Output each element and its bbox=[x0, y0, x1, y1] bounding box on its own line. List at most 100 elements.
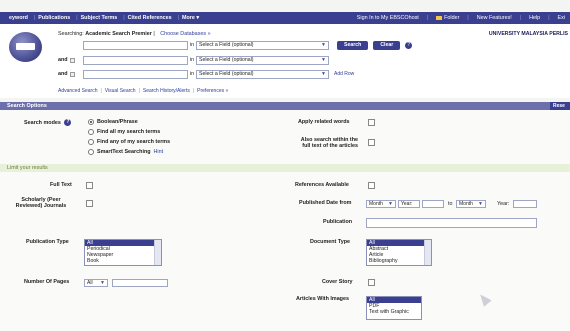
pages-input[interactable] bbox=[112, 279, 168, 287]
separator: | bbox=[153, 31, 155, 37]
preferences-link[interactable]: Preferences » bbox=[197, 88, 228, 94]
publication-input[interactable] bbox=[366, 218, 537, 228]
scholarly-line-2: Reviewed) Journals bbox=[15, 203, 67, 209]
articles-with-images-label: Articles With Images bbox=[296, 296, 349, 302]
clear-button[interactable]: Clear bbox=[373, 40, 401, 50]
search-links: Advanced Search | Visual Search | Search His… bbox=[58, 88, 228, 94]
mode-all-terms[interactable]: Find all my search terms bbox=[88, 129, 160, 135]
hint-link[interactable]: Hint bbox=[154, 149, 164, 155]
select-value: Month bbox=[369, 201, 383, 207]
nav-cited-references[interactable]: Cited References bbox=[128, 15, 172, 21]
add-row-link[interactable]: Add Row bbox=[334, 71, 354, 77]
operator-select-2[interactable]: and bbox=[58, 57, 83, 63]
field-select-2[interactable]: Select a Field (optional) ▼ bbox=[196, 55, 329, 65]
month-from-select[interactable]: Month ▼ bbox=[366, 200, 396, 208]
image-type-listbox[interactable]: All PDF Text with Graphic bbox=[366, 296, 422, 320]
searching-line: Searching: Academic Search Premier | Cho… bbox=[58, 31, 211, 37]
top-navigation-bar: eyword | Publications | Subject Terms | … bbox=[0, 12, 570, 24]
search-header: Searching: Academic Search Premier | Cho… bbox=[0, 24, 570, 98]
limit-results-panel: Full Text Scholarly (Peer Reviewed) Jour… bbox=[0, 172, 570, 331]
mode-any-terms[interactable]: Find any of my search terms bbox=[88, 139, 170, 145]
advanced-search-link[interactable]: Advanced Search bbox=[58, 88, 97, 94]
nav-subject-terms[interactable]: Subject Terms bbox=[81, 15, 118, 21]
list-option[interactable]: Book bbox=[85, 258, 161, 264]
listbox-scrollbar[interactable] bbox=[154, 240, 161, 265]
list-option[interactable]: Bibliography bbox=[367, 258, 431, 264]
nav-more[interactable]: More ▾ bbox=[182, 15, 199, 21]
search-modes-label: Search modes ? bbox=[24, 119, 72, 126]
full-text-checkbox[interactable] bbox=[86, 182, 93, 189]
select-value: All bbox=[87, 280, 93, 286]
search-row-2: and in Select a Field (optional) ▼ bbox=[58, 55, 329, 65]
help-icon[interactable]: ? bbox=[405, 41, 413, 49]
institution-name: UNIVERSITY MALAYSIA PERLIS bbox=[488, 31, 568, 37]
visual-search-link[interactable]: Visual Search bbox=[105, 88, 136, 94]
year-to-input[interactable] bbox=[513, 200, 537, 208]
select-value: Month bbox=[459, 201, 473, 207]
chevron-down-icon: ▼ bbox=[388, 201, 393, 207]
nav-separator: | bbox=[426, 15, 429, 21]
new-features-link[interactable]: New Features! bbox=[477, 15, 512, 21]
operator-select-3[interactable]: and bbox=[58, 71, 83, 77]
chevron-down-icon: ▼ bbox=[321, 41, 326, 48]
radio-icon bbox=[88, 149, 94, 155]
nav-separator: | bbox=[76, 15, 78, 21]
search-input-2[interactable] bbox=[83, 55, 188, 65]
chevron-down-icon bbox=[69, 57, 75, 63]
radio-icon bbox=[88, 139, 94, 145]
apply-related-checkbox[interactable] bbox=[368, 119, 375, 126]
choose-databases-link[interactable]: Choose Databases » bbox=[160, 31, 210, 37]
in-label: in bbox=[189, 71, 195, 77]
separator: | bbox=[100, 88, 102, 94]
publication-type-label: Publication Type bbox=[26, 239, 69, 245]
month-to-select[interactable]: Month ▼ bbox=[456, 200, 486, 208]
nav-separator: | bbox=[123, 15, 125, 21]
folder-label: Folder bbox=[444, 15, 460, 21]
year-to-label: Year: bbox=[497, 201, 510, 207]
number-of-pages-label: Number Of Pages bbox=[24, 279, 70, 285]
folder-icon bbox=[436, 15, 443, 20]
scholarly-checkbox[interactable] bbox=[86, 200, 93, 207]
mode-smarttext[interactable]: SmartText Searching Hint bbox=[88, 149, 163, 155]
sign-in-link[interactable]: Sign In to My EBSCOhost bbox=[357, 15, 419, 21]
nav-keyword[interactable]: eyword bbox=[9, 15, 28, 21]
search-history-link[interactable]: Search History/Alerts bbox=[143, 88, 190, 94]
search-options-title: Search Options bbox=[7, 103, 47, 109]
top-right-links: Sign In to My EBSCOhost | Folder | New F… bbox=[352, 12, 570, 24]
nav-separator: | bbox=[177, 15, 179, 21]
chevron-down-icon: ▼ bbox=[100, 280, 105, 286]
search-options-panel: Search modes ? Boolean/Phrase Find all m… bbox=[0, 110, 570, 164]
search-row-1: in Select a Field (optional) ▼ Search Cl… bbox=[58, 40, 413, 50]
search-input-1[interactable] bbox=[83, 40, 188, 50]
also-search-line-2: full text of the articles bbox=[302, 143, 358, 149]
folder-link[interactable]: Folder bbox=[436, 15, 459, 21]
full-text-search-checkbox[interactable] bbox=[368, 139, 375, 146]
cover-story-checkbox[interactable] bbox=[368, 279, 375, 286]
operator-value: and bbox=[58, 71, 68, 77]
chevron-down-icon: ▾ bbox=[196, 15, 200, 21]
list-option[interactable]: Text with Graphic bbox=[367, 309, 421, 315]
nav-separator: | bbox=[467, 15, 469, 21]
listbox-scrollbar[interactable] bbox=[424, 240, 431, 265]
chevron-down-icon: ▼ bbox=[478, 201, 483, 207]
nav-publications[interactable]: Publications bbox=[38, 15, 70, 21]
references-available-label: References Available bbox=[295, 182, 349, 188]
year-from-input[interactable] bbox=[422, 200, 444, 208]
to-label: to bbox=[448, 201, 453, 207]
field-select-1[interactable]: Select a Field (optional) ▼ bbox=[196, 40, 329, 50]
reset-button[interactable]: Rese bbox=[550, 102, 570, 110]
document-type-listbox[interactable]: All Abstract Article Bibliography bbox=[366, 239, 432, 266]
searching-label: Searching: bbox=[58, 31, 84, 37]
help-link[interactable]: Help bbox=[529, 15, 540, 21]
mode-boolean[interactable]: Boolean/Phrase bbox=[88, 119, 138, 125]
field-select-3[interactable]: Select a Field (optional) ▼ bbox=[196, 69, 329, 79]
publication-type-listbox[interactable]: All Periodical Newspaper Book bbox=[84, 239, 162, 266]
search-button[interactable]: Search bbox=[337, 40, 369, 50]
exit-link[interactable]: Exi bbox=[558, 15, 566, 21]
help-icon[interactable]: ? bbox=[64, 119, 72, 126]
search-row-3: and in Select a Field (optional) ▼ Add R… bbox=[58, 69, 354, 79]
references-available-checkbox[interactable] bbox=[368, 182, 375, 189]
in-label: in bbox=[189, 57, 195, 63]
pages-select[interactable]: All ▼ bbox=[84, 279, 108, 287]
search-input-3[interactable] bbox=[83, 69, 188, 79]
